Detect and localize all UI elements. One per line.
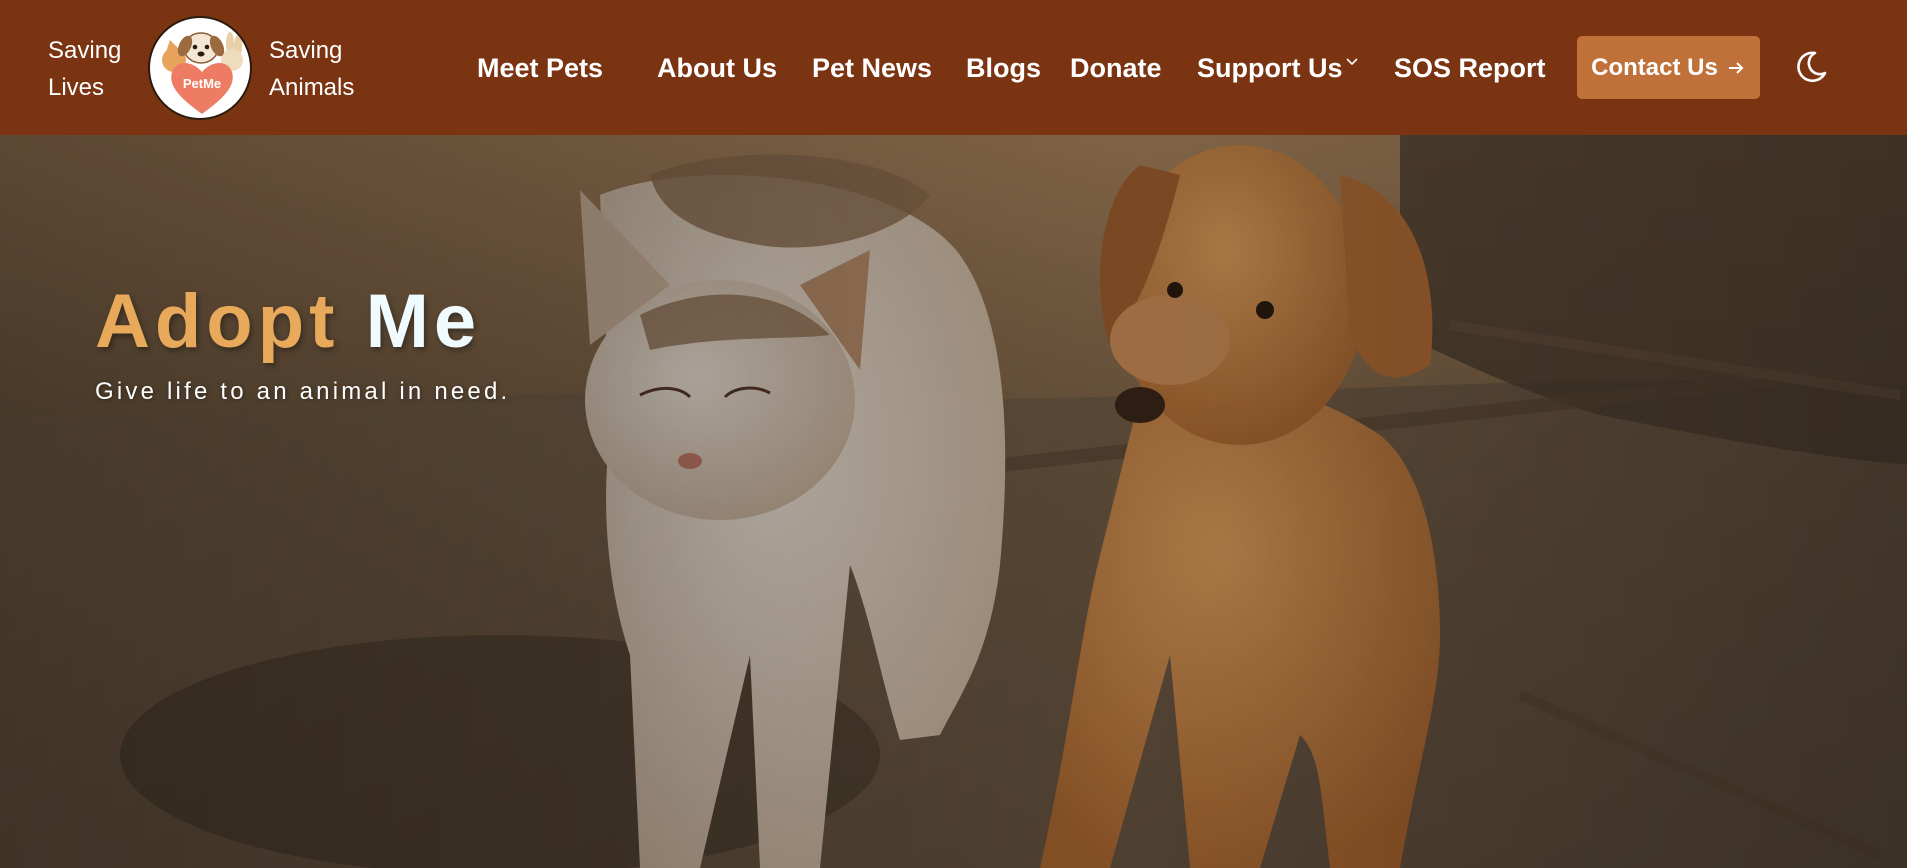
nav-donate[interactable]: Donate (1070, 50, 1162, 86)
chevron-down-icon (1345, 58, 1358, 66)
nav-meet-pets[interactable]: Meet Pets (477, 50, 603, 86)
nav-about-us[interactable]: About Us (657, 50, 777, 86)
hero-title-word-adopt: Adopt (95, 279, 340, 364)
contact-us-button[interactable]: Contact Us (1577, 36, 1760, 99)
navbar: Saving Lives PetMe Saving Animals Meet P… (0, 0, 1907, 135)
nav-pet-news[interactable]: Pet News (812, 50, 932, 86)
hero-title: Adopt Me (95, 276, 481, 368)
moon-icon (1797, 51, 1827, 83)
hero-background-image (0, 135, 1907, 868)
arrow-right-icon (1728, 61, 1744, 74)
hero-section: Adopt Me Give life to an animal in need. (0, 135, 1907, 868)
nav-support-us-dropdown[interactable]: Support Us (1197, 50, 1359, 86)
nav-blogs[interactable]: Blogs (966, 50, 1041, 86)
theme-toggle-button[interactable] (1793, 49, 1829, 85)
nav-sos-report[interactable]: SOS Report (1394, 50, 1546, 86)
contact-us-label: Contact Us (1591, 53, 1718, 81)
nav-support-us-label: Support Us (1197, 53, 1343, 83)
hero-subtitle: Give life to an animal in need. (95, 378, 511, 405)
hero-title-word-me: Me (365, 279, 482, 364)
